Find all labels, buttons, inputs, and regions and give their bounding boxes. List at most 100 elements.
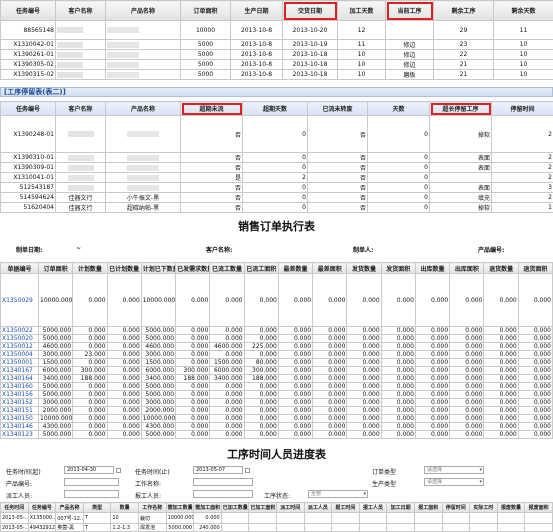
column-header-col-8[interactable]: 剩余工序 (433, 0, 494, 21)
column-header-col-4[interactable]: 生产日期 (230, 0, 283, 21)
column-header-col-1[interactable]: 订单面积 (37, 262, 74, 274)
table-row[interactable]: X1390309-01 否 0 否 0 表面 2 (0, 162, 553, 173)
order-link[interactable]: X1340146 (0, 422, 39, 431)
table-row[interactable]: X1350020 5000.000 0.000 0.000 5000.000 0.000 0… (0, 334, 553, 343)
column-header-col-9[interactable]: 剩余天数 (493, 0, 553, 21)
column-header-col-16[interactable]: 停留时间 (441, 502, 471, 513)
table-row[interactable]: X1340167 6000.000 300.000 0.000 6000.000 300.… (0, 366, 553, 375)
column-header-col-10[interactable]: 发货数量 (346, 262, 382, 274)
column-header-col-0[interactable]: 任务时间 (0, 502, 29, 513)
table-row[interactable]: X1310041-01 是 2 否 0 2 (0, 172, 553, 183)
column-header-col-5[interactable]: 交货日期 (282, 0, 338, 21)
column-header-col-2[interactable]: 计划数量 (72, 262, 108, 274)
column-header-col-8[interactable]: 已加工数量 (220, 502, 250, 513)
column-header-col-4[interactable]: 数量 (110, 502, 139, 513)
column-header-col-11[interactable]: 发货面积 (380, 262, 416, 274)
table-row[interactable]: X1340151 2000.000 0.000 0.000 2000.000 0.000 0… (0, 406, 553, 415)
order-link[interactable]: X1340156 (0, 390, 39, 399)
task-time-end-input[interactable]: 2013-05-07 (193, 466, 243, 474)
column-header-col-5[interactable]: 已流未转废 (307, 101, 368, 116)
product-code-input[interactable] (64, 478, 119, 486)
table-row[interactable]: X1350004 3000.000 23.000 0.000 3000.000 0.000… (0, 350, 553, 359)
table-row[interactable]: X1350001 1500.000 0.000 0.000 1500.000 0.000 1… (0, 358, 553, 367)
order-link[interactable]: X1350020 (0, 334, 39, 343)
column-header-col-0[interactable]: 任务编号 (0, 0, 56, 21)
table-row[interactable]: X1340150 10000.000 0.000 0.000 10000.000 0.00… (0, 414, 553, 423)
table-row[interactable]: X1390248-01 否 0 否 0 掉软 2 (0, 115, 553, 153)
dispatch-staff-input[interactable] (64, 490, 119, 498)
column-header-col-6[interactable]: 加工天数 (337, 0, 386, 21)
column-header-col-7[interactable]: 当前工序 (385, 0, 434, 21)
column-header-col-9[interactable]: 最差面积 (312, 262, 348, 274)
column-header-col-8[interactable]: 停留时间 (491, 101, 553, 116)
column-header-col-0[interactable]: 单据编号 (0, 262, 39, 274)
column-header-col-11[interactable]: 派工人员 (303, 502, 333, 513)
column-header-col-6[interactable]: 已流工数量 (209, 262, 245, 274)
column-header-col-4[interactable]: 计划已下数量 (140, 262, 177, 274)
column-header-col-8[interactable]: 最差数量 (277, 262, 314, 274)
table-row[interactable]: 88565148 10000 2013-10-8 2013-10-20 12 29 11 (0, 20, 553, 40)
table-row[interactable]: X1340152 3000.000 0.000 0.000 3000.000 0.000 0… (0, 398, 553, 407)
column-header-col-14[interactable]: 加工日期 (386, 502, 415, 513)
column-header-col-6[interactable]: 天数 (367, 101, 430, 116)
order-link[interactable]: X1350001 (0, 358, 39, 367)
column-header-col-12[interactable]: 报工时间 (331, 502, 360, 513)
table-row[interactable]: X1350029 10000.000 0.000 0.000 10000.000 0.00… (0, 273, 553, 327)
table-row[interactable]: X1340146 4300.000 0.000 0.000 4300.000 0.000 0… (0, 422, 553, 431)
column-header-col-4[interactable]: 超期天数 (242, 101, 308, 116)
table-row[interactable]: 514594624 佳器文行 小牛振文-黑否 0 否 0 填充 2 (0, 192, 553, 203)
table-row[interactable]: 512543187 否 0 否 0 表面 3 (0, 182, 553, 193)
calendar-icon[interactable] (245, 468, 250, 473)
order-link[interactable]: X1340123 (0, 430, 39, 439)
table-row[interactable]: X1340164 3400.000 188.000 0.000 3400.000 188.… (0, 374, 553, 383)
table-row[interactable]: X1340156 5000.000 0.000 0.000 5000.000 0.000 0… (0, 390, 553, 399)
order-link[interactable]: X1350022 (0, 326, 39, 335)
table-row[interactable]: X1350022 5000.000 0.000 0.000 5000.000 0.000 0… (0, 326, 553, 335)
order-link[interactable]: X1350004 (0, 350, 39, 359)
table-row[interactable]: X1310042-01 5000 2013-10-8 2013-10-19 11 修边 23… (0, 39, 553, 50)
column-header-col-3[interactable]: 类型 (82, 502, 112, 513)
task-time-start-input[interactable]: 2013-04-30 (64, 466, 114, 474)
column-header-col-7[interactable]: 已流工面积 (243, 262, 279, 274)
table-row[interactable]: 2013-05-...49432912...奥茵-黑T1.2-1.3焊发泡500… (0, 523, 553, 532)
order-link[interactable]: X1340152 (0, 398, 39, 407)
column-header-col-13[interactable]: 出库面积 (449, 262, 485, 274)
order-link[interactable]: X1350012 (0, 342, 39, 351)
prod-type-select[interactable]: 请选择 (424, 478, 484, 486)
table-row[interactable]: 51620404 佳器文行 超碳纳帕-黑否 0 否 0 掉软 1 (0, 202, 553, 213)
column-header-col-0[interactable]: 任务编号 (0, 101, 56, 116)
column-header-col-2[interactable]: 产品名称 (105, 0, 181, 21)
column-header-col-5[interactable]: 工作名称 (137, 502, 167, 513)
table-row[interactable]: X1390305-02 5000 2013-10-8 2013-10-18 10 修边 21… (0, 59, 553, 70)
column-header-col-19[interactable]: 报废面积 (524, 502, 553, 513)
order-link[interactable]: X1340151 (0, 406, 39, 415)
work-name-input[interactable] (193, 478, 253, 486)
table-row[interactable]: X1390261-01 5000 2013-10-8 2013-10-18 10 修边 22… (0, 49, 553, 60)
column-header-col-7[interactable]: 超长停留工序 (429, 101, 492, 116)
column-header-col-6[interactable]: 需加工数量 (165, 502, 195, 513)
table-row[interactable]: X1340160 5000.000 0.000 0.000 5000.000 0.000 0… (0, 382, 553, 391)
column-header-col-3[interactable]: 超期未流 (180, 101, 243, 116)
column-header-col-1[interactable]: 任务编号 (27, 502, 57, 513)
column-header-col-18[interactable]: 报废数量 (496, 502, 526, 513)
column-header-col-3[interactable]: 订单面积 (180, 0, 231, 21)
order-link[interactable]: X1340167 (0, 366, 39, 375)
table-row[interactable]: 2013-05-... X135000... 007号-12... T 10 裁切 1000… (0, 512, 553, 524)
column-header-col-1[interactable]: 客户名称 (55, 101, 106, 116)
table-row[interactable]: X1350012 4600.000 0.000 0.000 4600.000 0.000 4… (0, 342, 553, 351)
table-row[interactable]: X1390315-02 5000 2013-10-8 2013-10-18 10 磨板 21… (0, 69, 553, 80)
column-header-col-14[interactable]: 退货数量 (483, 262, 519, 274)
column-header-col-13[interactable]: 报工人员 (358, 502, 388, 513)
table-row[interactable]: X1340123 5000.000 0.000 0.000 5000.000 0.000 0… (0, 430, 553, 439)
column-header-col-2[interactable]: 产品名称 (105, 101, 181, 116)
table-row[interactable]: X1390310-01 否 0 否 0 表面 2 (0, 152, 553, 163)
column-header-col-10[interactable]: 派工时间 (275, 502, 305, 513)
column-header-col-9[interactable]: 已加工面积 (248, 502, 277, 513)
order-type-select[interactable]: 请选择 (424, 466, 484, 474)
column-header-col-1[interactable]: 客户名称 (55, 0, 106, 21)
column-header-col-15[interactable]: 报工面积 (413, 502, 443, 513)
column-header-col-5[interactable]: 已发需求数量 (175, 262, 211, 274)
work-status-select[interactable]: 全部 (308, 490, 368, 498)
order-link[interactable]: X1340160 (0, 382, 39, 391)
order-link[interactable]: X1340164 (0, 374, 39, 383)
